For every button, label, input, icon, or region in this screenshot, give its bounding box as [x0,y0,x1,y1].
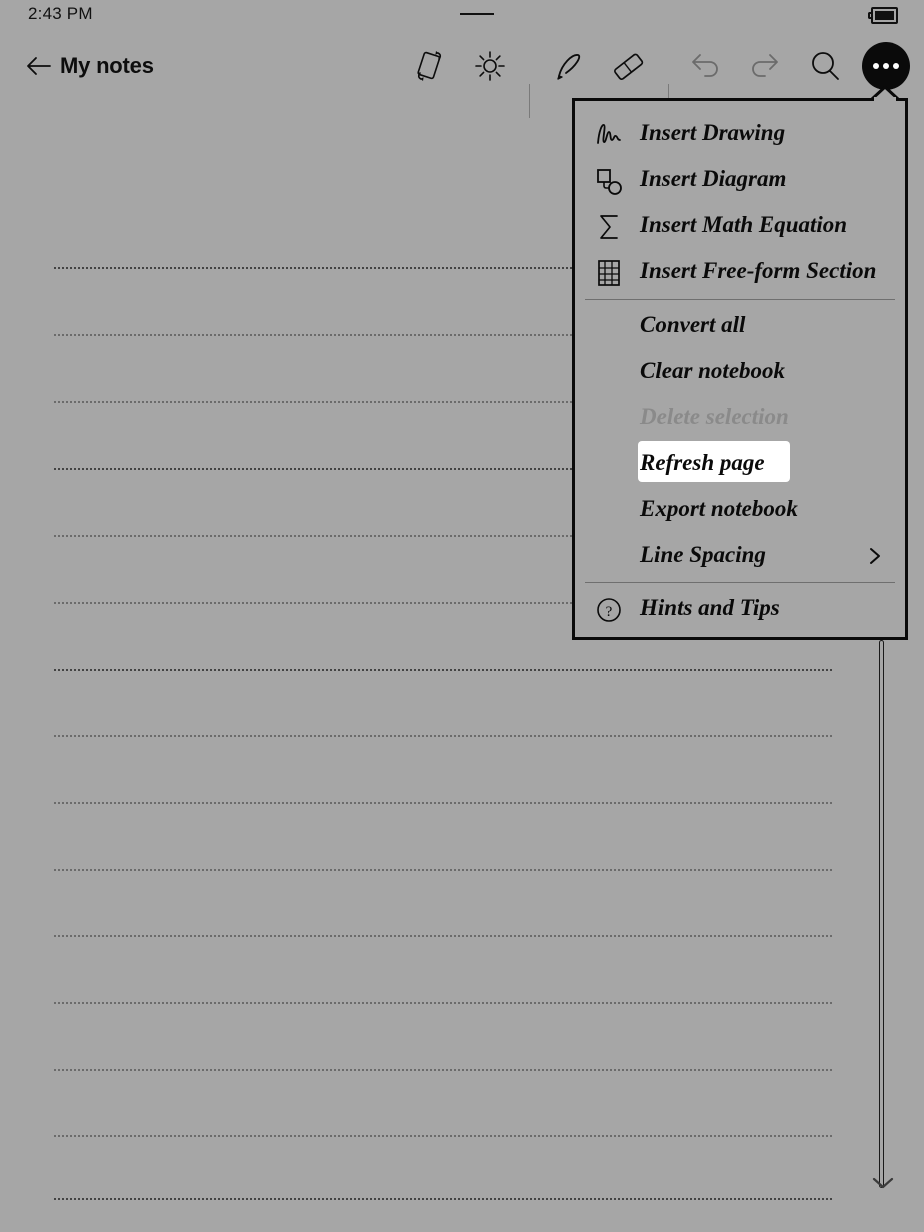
chevron-down-icon[interactable] [868,1174,898,1192]
menu-item-label: Delete selection [640,404,789,429]
menu-item-label: Insert Diagram [640,166,787,191]
page-title: My notes [60,53,154,78]
pen-icon[interactable] [546,44,590,88]
menu-item-label: Insert Drawing [640,120,786,145]
scrollbar-thumb[interactable] [879,640,884,1188]
back-arrow-icon[interactable] [24,51,54,81]
menu-item-export-notebook[interactable]: Export notebook [575,487,905,533]
top-toolbar: My notes [0,34,924,118]
rotate-screen-icon[interactable] [408,44,452,88]
status-bar: 2:43 PM [0,0,924,30]
grid-table-icon [593,257,625,289]
menu-separator [585,582,895,583]
redo-arrow-icon[interactable] [743,44,787,88]
rule-line [54,1198,832,1200]
menu-item-convert-all[interactable]: Convert all [575,303,905,349]
menu-item-insert-drawing[interactable]: Insert Drawing [575,111,905,157]
search-icon[interactable] [803,44,847,88]
battery-full-icon [868,7,900,24]
scribble-icon [593,119,625,151]
menu-item-label: Hints and Tips [640,595,780,620]
chevron-right-icon [867,546,883,566]
menu-pointer-arrow [870,85,900,101]
menu-item-label: Refresh page [640,450,765,475]
rule-line [54,935,832,937]
menu-item-line-spacing[interactable]: Line Spacing [575,533,905,579]
home-indicator-dash [460,13,494,15]
eraser-icon[interactable] [606,44,650,88]
menu-item-label: Line Spacing [640,542,766,567]
rule-line [54,1135,832,1137]
rule-line [54,1002,832,1004]
rule-line [54,669,832,671]
rule-line [54,735,832,737]
menu-item-label: Convert all [640,312,746,337]
status-bar-clock: 2:43 PM [28,4,93,23]
question-circle-icon: ? [593,594,625,626]
menu-item-label: Clear notebook [640,358,786,383]
menu-separator [585,299,895,300]
menu-item-insert-free-form-section[interactable]: Insert Free-form Section [575,249,905,295]
brightness-sun-icon[interactable] [468,44,512,88]
more-options-menu: Insert Drawing Insert Diagram Insert Mat… [572,98,908,640]
menu-item-label: Insert Math Equation [640,212,848,237]
menu-item-delete-selection: Delete selection [575,395,905,441]
menu-item-insert-math-equation[interactable]: Insert Math Equation [575,203,905,249]
sigma-icon [593,211,625,243]
rule-line [54,802,832,804]
menu-item-hints-and-tips[interactable]: ? Hints and Tips [575,586,905,632]
vertical-scrollbar[interactable] [879,640,884,1188]
undo-arrow-icon[interactable] [683,44,727,88]
menu-item-insert-diagram[interactable]: Insert Diagram [575,157,905,203]
ellipsis-icon [873,63,879,69]
menu-item-label: Insert Free-form Section [640,258,877,283]
rule-line [54,1069,832,1071]
menu-item-refresh-page[interactable]: Refresh page [575,441,905,487]
shapes-icon [593,165,625,197]
rule-line [54,869,832,871]
more-options-button[interactable] [862,42,910,90]
svg-text:?: ? [606,604,613,620]
menu-item-label: Export notebook [640,496,798,521]
menu-item-clear-notebook[interactable]: Clear notebook [575,349,905,395]
